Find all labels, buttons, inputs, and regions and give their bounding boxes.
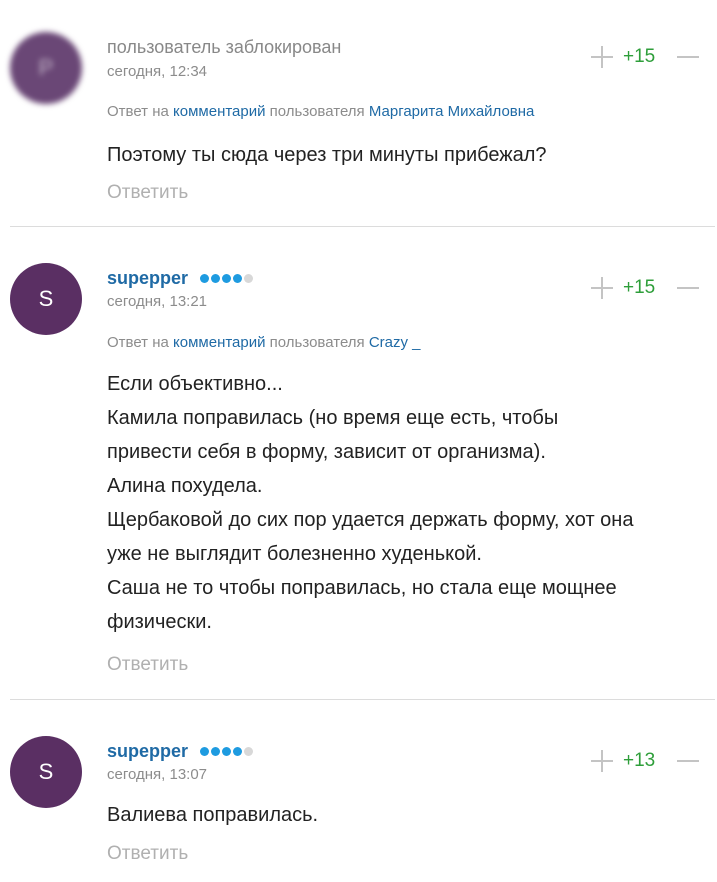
- downvote-icon[interactable]: [677, 46, 699, 68]
- comment-item: P пользователь заблокирован сегодня, 12:…: [0, 0, 717, 227]
- comment-line: Камила поправилась (но время еще есть, ч…: [107, 407, 559, 429]
- vote-controls: +15: [591, 276, 699, 300]
- rating-dot: [222, 274, 231, 283]
- reply-middle: пользователя: [269, 103, 365, 120]
- reply-comment-link[interactable]: комментарий: [173, 334, 265, 351]
- vote-score: +13: [623, 750, 656, 771]
- comment-date: сегодня, 13:21: [107, 293, 208, 310]
- comment-line: Алина похудела.: [107, 475, 263, 497]
- reply-button[interactable]: Ответить: [107, 654, 188, 676]
- reply-to-info: Ответ на комментарий пользователя Crazy …: [107, 334, 421, 351]
- vote-score: +15: [623, 277, 656, 298]
- reply-middle: пользователя: [269, 334, 365, 351]
- comment-item: S supepper сегодня, 13:21 +15 Ответ на к…: [0, 227, 717, 700]
- rating-dot: [222, 747, 231, 756]
- rating-dot: [233, 747, 242, 756]
- comment-author[interactable]: supepper: [107, 267, 188, 289]
- comment-date: сегодня, 12:34: [107, 63, 208, 80]
- comment-line: привести себя в форму, зависит от органи…: [107, 441, 546, 463]
- rating-dot: [200, 274, 209, 283]
- comment-text: Валиева поправилась.: [107, 798, 707, 832]
- user-rating-dots: [200, 747, 253, 756]
- comment-line: Поэтому ты сюда через три минуты прибежа…: [107, 144, 547, 166]
- reply-user-link[interactable]: Маргарита Михайловна: [369, 103, 535, 120]
- upvote-icon[interactable]: [591, 750, 613, 772]
- comment-item: S supepper сегодня, 13:07 +13 Валиева по…: [0, 700, 717, 882]
- rating-dot: [200, 747, 209, 756]
- rating-dot: [244, 274, 253, 283]
- avatar[interactable]: S: [10, 263, 82, 335]
- comment-date: сегодня, 13:07: [107, 766, 208, 783]
- rating-dot: [233, 274, 242, 283]
- comment-author[interactable]: supepper: [107, 740, 188, 762]
- upvote-icon[interactable]: [591, 277, 613, 299]
- reply-user-link[interactable]: Crazy _: [369, 334, 421, 351]
- reply-button[interactable]: Ответить: [107, 843, 188, 865]
- comment-line: Валиева поправилась.: [107, 804, 319, 826]
- vote-score: +15: [623, 46, 656, 67]
- rating-dot: [211, 274, 220, 283]
- upvote-icon[interactable]: [591, 46, 613, 68]
- comment-line: Саша не то чтобы поправилась, но стала е…: [107, 577, 617, 599]
- avatar[interactable]: S: [10, 736, 82, 808]
- rating-dot: [211, 747, 220, 756]
- user-rating-dots: [200, 274, 253, 283]
- comment-line: Щербаковой до сих пор удается держать фо…: [107, 509, 634, 531]
- reply-comment-link[interactable]: комментарий: [173, 103, 265, 120]
- reply-prefix: Ответ на: [107, 334, 169, 351]
- reply-button[interactable]: Ответить: [107, 182, 188, 204]
- vote-controls: +15: [591, 45, 699, 69]
- comment-author: пользователь заблокирован: [107, 37, 342, 57]
- comment-text: Если объективно... Камила поправилась (н…: [107, 367, 707, 639]
- comment-line: Если объективно...: [107, 373, 283, 395]
- avatar[interactable]: P: [10, 32, 82, 104]
- comment-line: физически.: [107, 611, 212, 633]
- comment-text: Поэтому ты сюда через три минуты прибежа…: [107, 138, 707, 172]
- reply-to-info: Ответ на комментарий пользователя Маргар…: [107, 103, 534, 120]
- rating-dot: [244, 747, 253, 756]
- vote-controls: +13: [591, 749, 699, 773]
- downvote-icon[interactable]: [677, 750, 699, 772]
- downvote-icon[interactable]: [677, 277, 699, 299]
- comment-line: уже не выглядит болезненно худенькой.: [107, 543, 482, 565]
- reply-prefix: Ответ на: [107, 103, 169, 120]
